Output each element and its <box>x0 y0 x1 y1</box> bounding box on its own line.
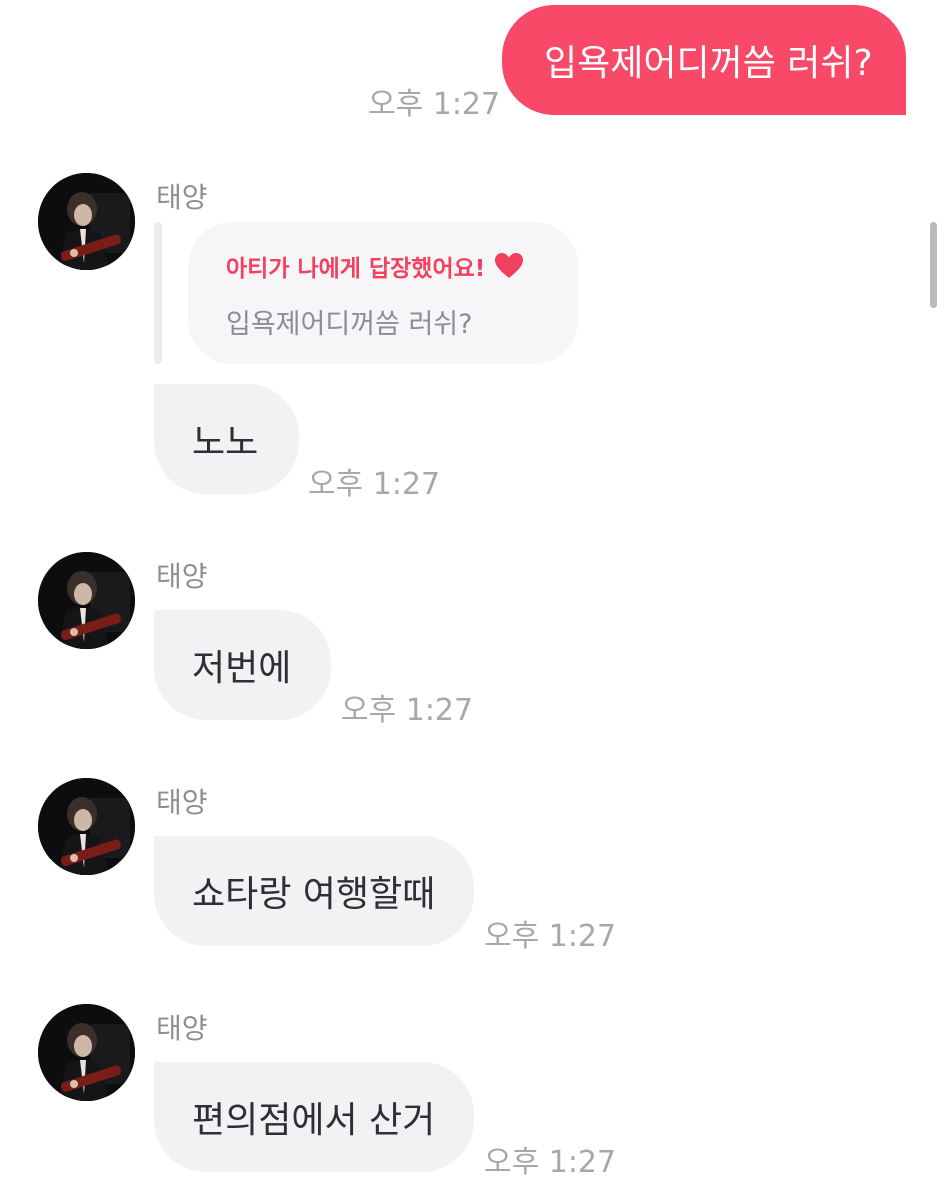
heart-icon <box>495 253 524 279</box>
scrollbar[interactable] <box>930 222 937 308</box>
avatar[interactable] <box>38 552 135 649</box>
message-timestamp: 오후 1:27 <box>308 467 441 502</box>
avatar[interactable] <box>38 1004 135 1101</box>
avatar[interactable] <box>38 778 135 875</box>
message-timestamp: 오후 1:27 <box>484 1145 617 1180</box>
sender-name: 태양 <box>156 560 208 593</box>
sender-name: 태양 <box>156 181 208 214</box>
sender-name: 태양 <box>156 1012 208 1045</box>
incoming-message-bubble[interactable]: 쇼타랑 여행할때 <box>154 836 474 946</box>
message-timestamp: 오후 1:27 <box>368 87 501 122</box>
sender-name: 태양 <box>156 786 208 819</box>
message-timestamp: 오후 1:27 <box>484 919 617 954</box>
message-timestamp: 오후 1:27 <box>341 693 474 728</box>
incoming-message-bubble[interactable]: 노노 <box>154 384 299 494</box>
incoming-message-bubble[interactable]: 저번에 <box>154 610 331 720</box>
reply-indicator-bar <box>154 222 162 364</box>
reply-title-text: 아티가 나에게 답장했어요! <box>226 256 486 282</box>
reply-quoted-text: 입욕제어디꺼씀 러쉬? <box>226 309 473 340</box>
outgoing-message-bubble[interactable]: 입욕제어디꺼씀 러쉬? <box>502 5 906 115</box>
incoming-message-bubble[interactable]: 편의점에서 산거 <box>154 1062 474 1172</box>
chat-screen: 오후 1:27 입욕제어디꺼씀 러쉬? 태양 아티가 나에게 답장했어요! 입욕… <box>0 0 945 1200</box>
reply-title: 아티가 나에게 답장했어요! <box>226 249 524 283</box>
avatar[interactable] <box>38 173 135 270</box>
reply-card[interactable]: 아티가 나에게 답장했어요! 입욕제어디꺼씀 러쉬? <box>188 222 578 364</box>
